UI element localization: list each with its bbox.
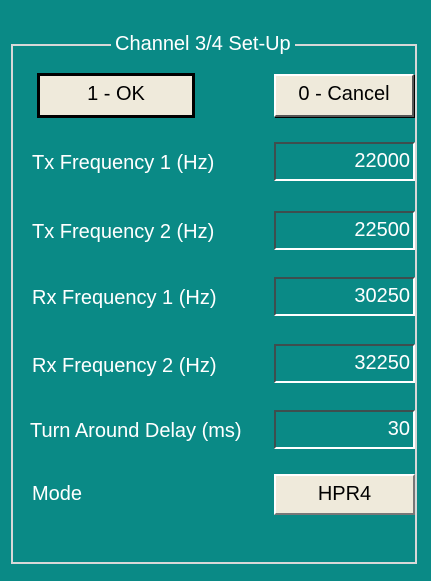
tx-frequency-1-label: Tx Frequency 1 (Hz): [32, 152, 215, 174]
rx-frequency-2-label: Rx Frequency 2 (Hz): [32, 355, 217, 377]
mode-button[interactable]: HPR4: [274, 474, 415, 515]
tx-frequency-1-field[interactable]: 22000: [274, 142, 415, 181]
mode-label: Mode: [32, 483, 83, 505]
ok-button[interactable]: 1 - OK: [37, 73, 195, 118]
cancel-button[interactable]: 0 - Cancel: [274, 74, 414, 117]
turn-around-delay-field[interactable]: 30: [274, 410, 415, 449]
rx-frequency-2-field[interactable]: 32250: [274, 344, 415, 383]
rx-frequency-1-label: Rx Frequency 1 (Hz): [32, 287, 217, 309]
tx-frequency-2-field[interactable]: 22500: [274, 211, 415, 250]
groupbox-title: Channel 3/4 Set-Up: [111, 31, 295, 57]
rx-frequency-1-field[interactable]: 30250: [274, 277, 415, 316]
turn-around-delay-label: Turn Around Delay (ms): [30, 420, 242, 442]
tx-frequency-2-label: Tx Frequency 2 (Hz): [32, 221, 215, 243]
